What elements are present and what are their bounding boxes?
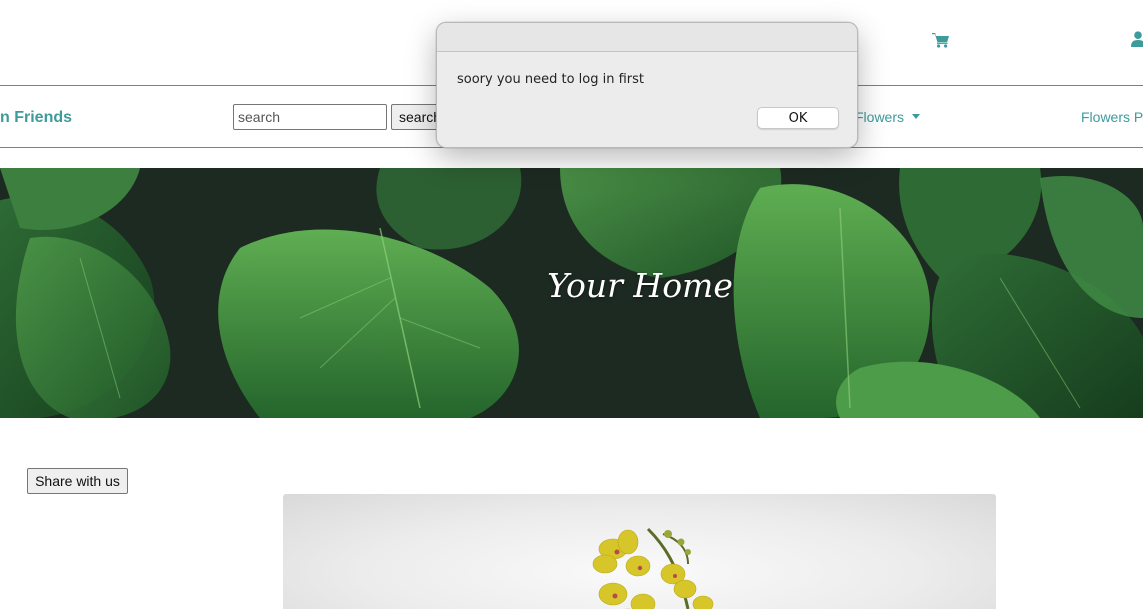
dialog-titlebar xyxy=(437,23,857,52)
ok-button[interactable]: OK xyxy=(757,107,839,129)
nav-item-flowers-p[interactable]: Flowers P xyxy=(1081,109,1143,125)
brand-name[interactable]: n Friends xyxy=(0,109,72,127)
page: n Friends search Flowers Flowers P xyxy=(0,0,1143,609)
user-icon[interactable] xyxy=(1131,31,1143,47)
flower-image-card xyxy=(283,494,996,609)
caret-down-icon xyxy=(912,114,921,119)
orchid-image xyxy=(592,527,714,609)
hero-banner: Your Home xyxy=(0,168,1143,418)
shopping-cart-icon[interactable] xyxy=(932,32,950,48)
alert-message: soory you need to log in first xyxy=(457,72,645,87)
share-with-us-button[interactable]: Share with us xyxy=(27,468,128,494)
nav-item-flowers-dropdown[interactable]: Flowers xyxy=(855,109,921,125)
search-input[interactable] xyxy=(233,104,387,130)
hero-title: Your Home xyxy=(547,266,733,305)
login-required-alert-dialog: soory you need to log in first OK xyxy=(436,22,858,148)
nav-item-label: Flowers xyxy=(855,109,905,125)
